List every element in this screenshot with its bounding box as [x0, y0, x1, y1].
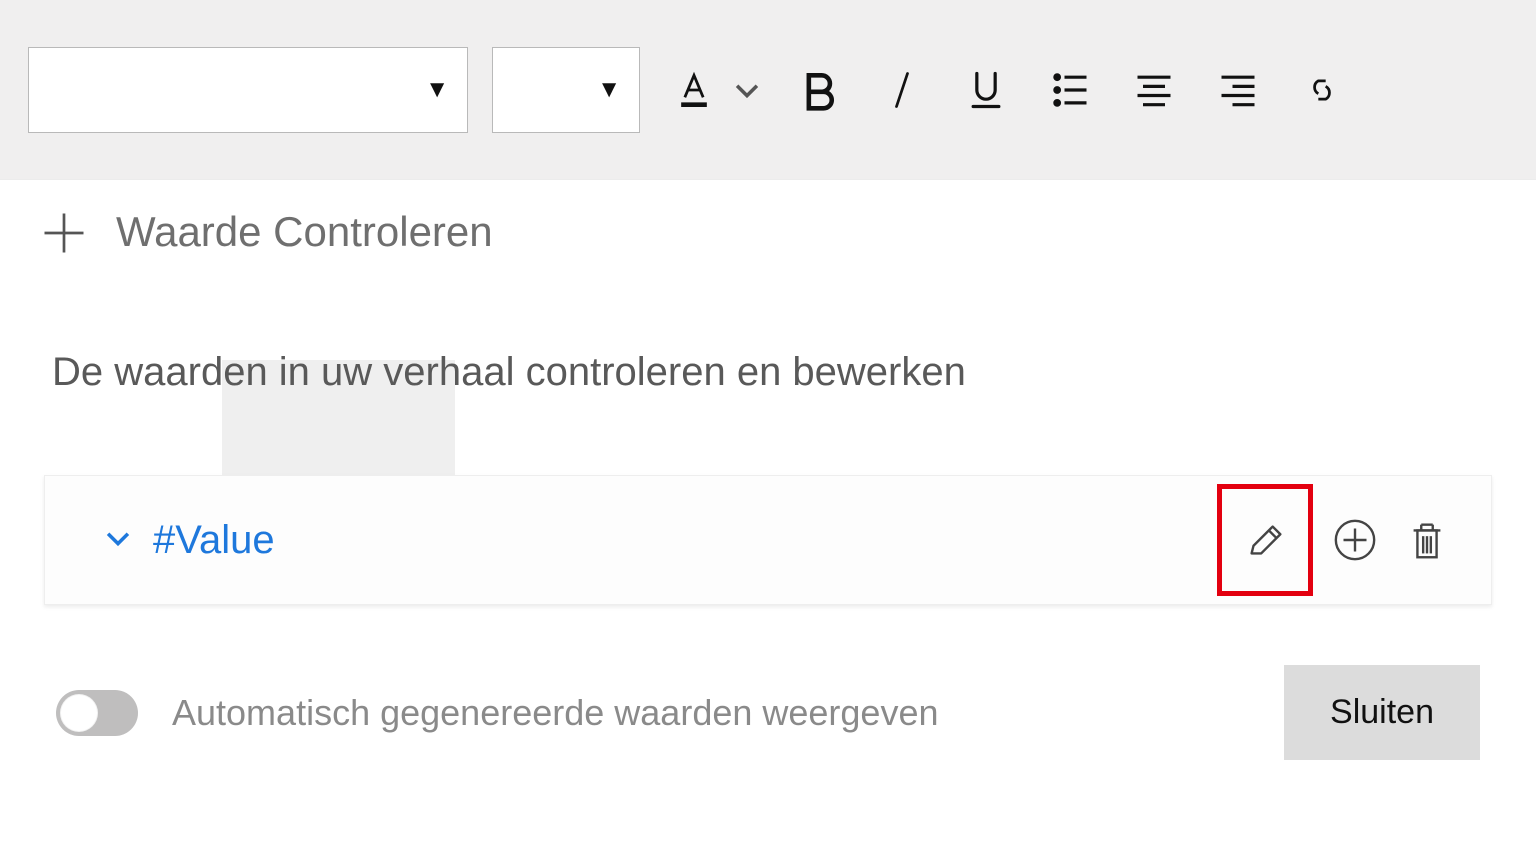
- link-button[interactable]: [1292, 60, 1352, 120]
- close-button[interactable]: Sluiten: [1284, 665, 1480, 760]
- font-family-select[interactable]: ▼: [28, 47, 468, 133]
- italic-button[interactable]: [872, 60, 932, 120]
- align-center-button[interactable]: [1124, 60, 1184, 120]
- bold-button[interactable]: [788, 60, 848, 120]
- plus-icon[interactable]: [38, 207, 90, 264]
- edit-button[interactable]: [1235, 510, 1295, 570]
- formatting-toolbar: ▼ ▼: [0, 0, 1536, 180]
- tab-check-value[interactable]: Waarde Controleren: [112, 190, 497, 280]
- caret-down-icon: ▼: [425, 76, 449, 104]
- bullet-list-button[interactable]: [1040, 60, 1100, 120]
- tab-row: Waarde Controleren: [0, 180, 1536, 280]
- font-size-select[interactable]: ▼: [492, 47, 640, 133]
- font-color-dropdown[interactable]: [730, 60, 764, 120]
- delete-button[interactable]: [1397, 510, 1457, 570]
- edit-button-highlight: [1217, 484, 1313, 596]
- toggle-knob: [60, 694, 98, 732]
- panel-subtitle: De waarden in uw verhaal controleren en …: [0, 280, 1536, 435]
- value-token[interactable]: #Value: [153, 518, 275, 563]
- chevron-down-icon[interactable]: [101, 521, 135, 560]
- toggle-label: Automatisch gegenereerde waarden weergev…: [172, 692, 939, 734]
- underline-button[interactable]: [956, 60, 1016, 120]
- show-auto-values-toggle[interactable]: [56, 690, 138, 736]
- value-card: #Value: [44, 475, 1492, 605]
- add-button[interactable]: [1325, 510, 1385, 570]
- caret-down-icon: ▼: [597, 76, 621, 104]
- panel-footer: Automatisch gegenereerde waarden weergev…: [0, 605, 1536, 790]
- font-color-group: [664, 60, 764, 120]
- align-right-button[interactable]: [1208, 60, 1268, 120]
- font-color-button[interactable]: [664, 60, 724, 120]
